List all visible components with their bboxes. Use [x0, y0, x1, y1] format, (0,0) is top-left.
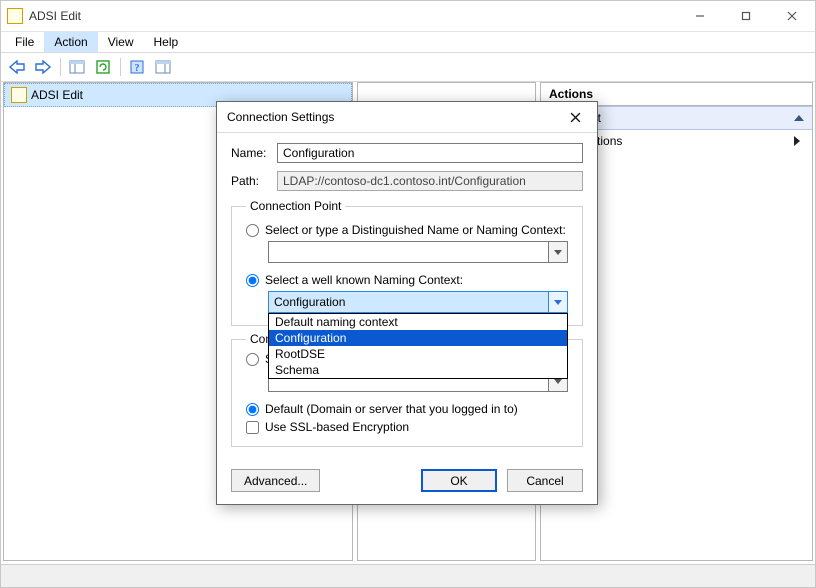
tree-root-label: ADSI Edit: [31, 88, 83, 102]
dialog-close-button[interactable]: [557, 104, 593, 130]
nc-dropdown-list: Default naming context Configuration Roo…: [268, 313, 568, 379]
toolbar-sep-2: [117, 56, 123, 78]
nc-option-default[interactable]: Default naming context: [269, 314, 567, 330]
connection-point-legend: Connection Point: [246, 199, 345, 213]
radio-dn-label: Select or type a Distinguished Name or N…: [265, 223, 566, 237]
nc-option-rootdse[interactable]: RootDSE: [269, 346, 567, 362]
nc-combo-drop[interactable]: [548, 291, 568, 313]
status-bar: [1, 564, 815, 587]
maximize-button[interactable]: [723, 2, 769, 30]
menu-view[interactable]: View: [98, 32, 144, 52]
action-pane-button[interactable]: [151, 56, 175, 78]
ssl-checkbox[interactable]: Use SSL-based Encryption: [246, 420, 568, 434]
titlebar: ADSI Edit: [1, 1, 815, 32]
radio-computer-default-input[interactable]: [246, 403, 259, 416]
advanced-button[interactable]: Advanced...: [231, 469, 320, 492]
radio-dn-input[interactable]: [246, 224, 259, 237]
forward-button[interactable]: [31, 56, 55, 78]
connection-settings-dialog: Connection Settings Name: Path: Connecti…: [216, 101, 598, 505]
dn-combo-input[interactable]: [268, 241, 548, 263]
radio-computer-default-label: Default (Domain or server that you logge…: [265, 402, 518, 416]
menubar: File Action View Help: [1, 32, 815, 52]
dn-combo[interactable]: [268, 241, 568, 263]
submenu-icon: [794, 136, 800, 146]
nc-option-schema[interactable]: Schema: [269, 362, 567, 378]
collapse-icon: [794, 115, 804, 121]
radio-nc-input[interactable]: [246, 274, 259, 287]
radio-nc-label: Select a well known Naming Context:: [265, 273, 463, 287]
menu-action[interactable]: Action: [44, 32, 97, 52]
name-label: Name:: [231, 146, 277, 160]
radio-dn[interactable]: Select or type a Distinguished Name or N…: [246, 223, 568, 237]
back-button[interactable]: [5, 56, 29, 78]
radio-computer-select-input[interactable]: [246, 353, 259, 366]
nc-option-configuration[interactable]: Configuration: [269, 330, 567, 346]
refresh-button[interactable]: [91, 56, 115, 78]
cancel-button[interactable]: Cancel: [507, 469, 583, 492]
toolbar-sep: [57, 56, 63, 78]
connection-point-group: Connection Point Select or type a Distin…: [231, 199, 583, 326]
radio-computer-default[interactable]: Default (Domain or server that you logge…: [246, 402, 568, 416]
main-window: ADSI Edit File Action View Help: [0, 0, 816, 588]
minimize-button[interactable]: [677, 2, 723, 30]
path-label: Path:: [231, 174, 277, 188]
show-hide-tree-button[interactable]: [65, 56, 89, 78]
window-title: ADSI Edit: [29, 9, 81, 23]
toolbar: ?: [1, 52, 815, 82]
close-button[interactable]: [769, 2, 815, 30]
ok-button[interactable]: OK: [421, 469, 497, 492]
nc-combo[interactable]: Default naming context Configuration Roo…: [268, 291, 568, 313]
ssl-checkbox-input[interactable]: [246, 421, 259, 434]
nc-combo-input[interactable]: [268, 291, 548, 313]
path-field: [277, 171, 583, 191]
help-button[interactable]: ?: [125, 56, 149, 78]
menu-file[interactable]: File: [5, 32, 44, 52]
app-icon: [7, 8, 23, 24]
ssl-checkbox-label: Use SSL-based Encryption: [265, 420, 409, 434]
svg-text:?: ?: [135, 63, 140, 74]
dn-combo-drop[interactable]: [548, 241, 568, 263]
radio-nc[interactable]: Select a well known Naming Context:: [246, 273, 568, 287]
dialog-title: Connection Settings: [227, 110, 334, 124]
adsi-icon: [11, 87, 27, 103]
menu-help[interactable]: Help: [144, 32, 189, 52]
name-field[interactable]: [277, 143, 583, 163]
dialog-titlebar: Connection Settings: [217, 102, 597, 133]
